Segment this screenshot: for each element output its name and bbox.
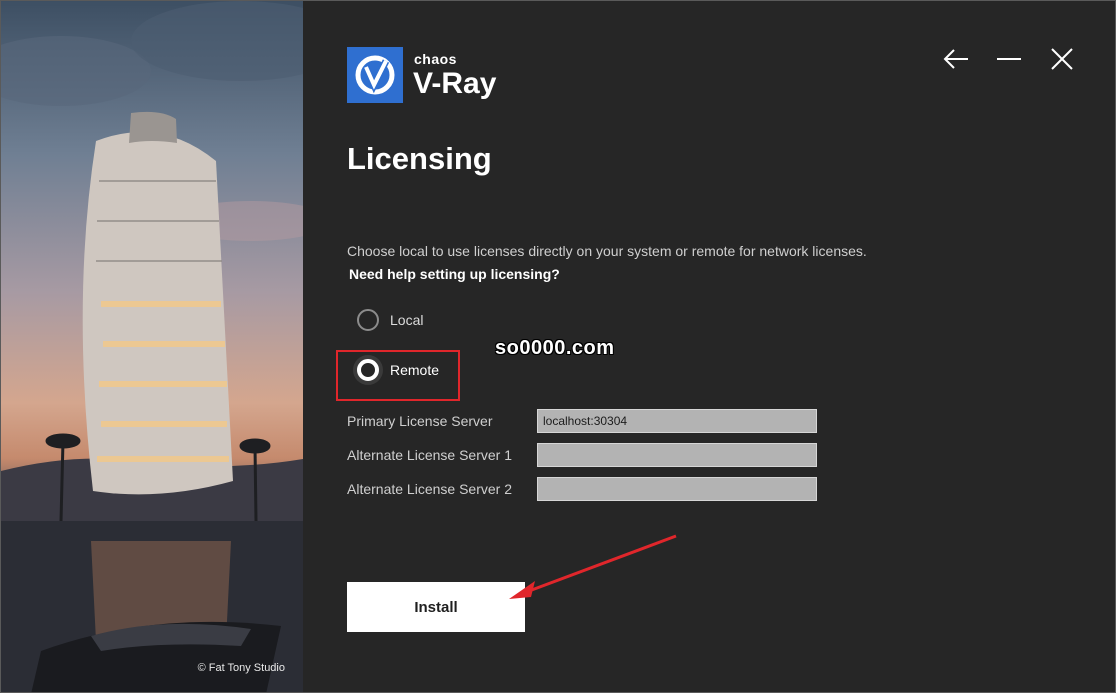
installer-window: © Fat Tony Studio chaos V-Ray Licensing … xyxy=(0,0,1116,693)
image-credit: © Fat Tony Studio xyxy=(197,662,285,674)
alternate-server-1-input[interactable] xyxy=(537,443,817,467)
brand-chaos: chaos xyxy=(414,51,457,67)
brand-vray: V-Ray xyxy=(413,67,497,100)
close-button[interactable] xyxy=(1045,45,1079,73)
vray-logo: chaos V-Ray xyxy=(347,47,497,103)
radio-local[interactable]: Local xyxy=(357,309,423,331)
hero-illustration xyxy=(1,1,303,692)
alternate-server-1-label: Alternate License Server 1 xyxy=(347,447,512,463)
watermark-text: so0000.com xyxy=(495,337,615,359)
vray-v-icon xyxy=(355,55,395,95)
minimize-button[interactable] xyxy=(992,45,1026,73)
install-button[interactable]: Install xyxy=(347,582,525,632)
back-icon xyxy=(943,49,968,69)
page-title: Licensing xyxy=(347,141,492,176)
primary-server-input[interactable] xyxy=(537,409,817,433)
primary-server-label: Primary License Server xyxy=(347,413,493,429)
back-button[interactable] xyxy=(939,45,973,73)
alternate-server-2-label: Alternate License Server 2 xyxy=(347,481,512,497)
licensing-description: Choose local to use licenses directly on… xyxy=(347,243,867,259)
vray-logo-mark xyxy=(347,47,403,103)
close-icon xyxy=(1051,48,1073,70)
annotation-arrow-icon xyxy=(509,534,677,599)
radio-remote-circle[interactable] xyxy=(357,359,379,381)
hero-image: © Fat Tony Studio xyxy=(1,1,303,692)
radio-remote[interactable]: Remote xyxy=(357,359,439,381)
radio-local-label: Local xyxy=(390,312,424,328)
minimize-icon xyxy=(997,58,1021,60)
licensing-help-link[interactable]: Need help setting up licensing? xyxy=(349,266,560,282)
radio-local-circle[interactable] xyxy=(357,309,379,331)
alternate-server-2-input[interactable] xyxy=(537,477,817,501)
radio-remote-label: Remote xyxy=(390,362,440,378)
